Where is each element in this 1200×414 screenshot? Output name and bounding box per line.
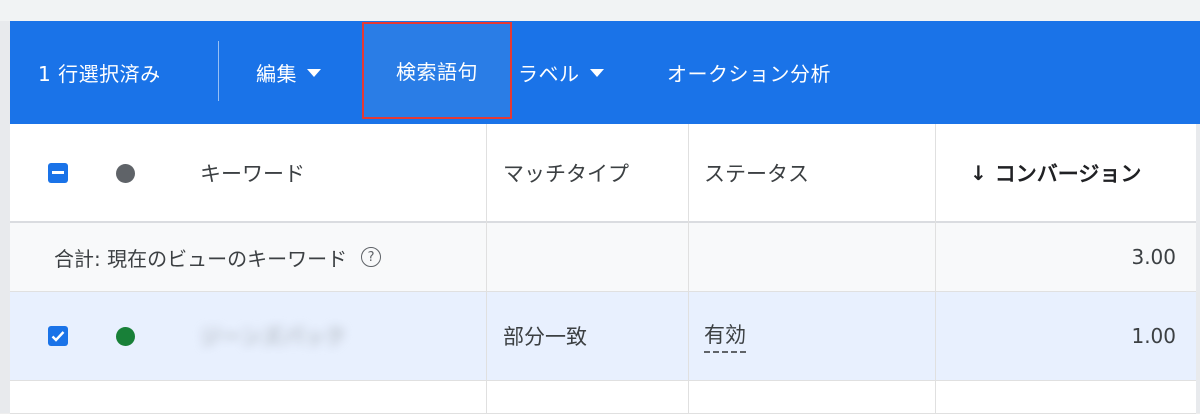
column-divider	[935, 124, 936, 413]
keyword-text[interactable]: ジーンズパック	[200, 292, 346, 380]
search-terms-button[interactable]: 検索語句	[362, 22, 512, 119]
label-menu-label: ラベル	[518, 62, 580, 86]
help-icon[interactable]: ?	[361, 247, 382, 267]
table-total-row: 合計: 現在のビューのキーワード ? 3.00	[10, 223, 1196, 292]
status-value[interactable]: 有効	[704, 292, 746, 380]
column-header-keyword[interactable]: キーワード	[200, 124, 305, 221]
auction-insights-label: オークション分析	[667, 62, 831, 86]
toolbar-divider	[218, 41, 219, 101]
table-row[interactable]: ジーンズパック 部分一致 有効 1.00	[10, 292, 1196, 381]
select-all-checkbox[interactable]	[48, 163, 68, 183]
check-icon	[51, 331, 65, 342]
row-checkbox[interactable]	[48, 326, 68, 346]
right-gutter	[1196, 124, 1200, 413]
selection-toolbar: 1 行選択済み 編集 検索語句 ラベル オークション分析	[10, 21, 1200, 124]
column-header-match-type[interactable]: マッチタイプ	[503, 124, 648, 221]
column-header-conversions-label: コンバージョン	[994, 161, 1142, 186]
column-header-conversions[interactable]: ↓ コンバージョン	[970, 124, 1141, 221]
auction-insights-button[interactable]: オークション分析	[667, 21, 831, 124]
status-value-label: 有効	[704, 319, 746, 353]
column-header-status[interactable]: ステータス	[704, 124, 809, 221]
keywords-table: キーワード マッチタイプ ステータス ↓ コンバージョン 合計: 現在のビューの…	[10, 124, 1196, 414]
column-divider	[688, 124, 689, 413]
top-strip	[0, 0, 1200, 22]
total-row-label-cell: 合計: 現在のビューのキーワード ?	[54, 223, 382, 291]
selection-count: 1 行選択済み	[38, 62, 161, 86]
column-divider	[486, 124, 487, 413]
table-header-row: キーワード マッチタイプ ステータス ↓ コンバージョン	[10, 124, 1196, 223]
match-type-value: 部分一致	[503, 325, 587, 349]
status-dot-enabled[interactable]	[116, 327, 135, 346]
left-gutter	[0, 21, 10, 413]
edit-menu-label: 編集	[256, 62, 297, 86]
caret-down-icon	[307, 68, 321, 77]
label-menu-button[interactable]: ラベル	[518, 21, 604, 124]
edit-menu-button[interactable]: 編集	[256, 21, 321, 124]
minus-icon	[52, 171, 64, 174]
status-dot-header[interactable]	[116, 164, 135, 183]
table-row-empty	[10, 381, 1196, 414]
caret-down-icon	[589, 68, 604, 77]
search-terms-label: 検索語句	[396, 60, 478, 84]
sort-descending-icon: ↓	[970, 160, 987, 185]
total-row-label: 合計: 現在のビューのキーワード	[54, 246, 348, 271]
total-conversions: 3.00	[1131, 245, 1176, 269]
conversions-value: 1.00	[1131, 324, 1176, 348]
